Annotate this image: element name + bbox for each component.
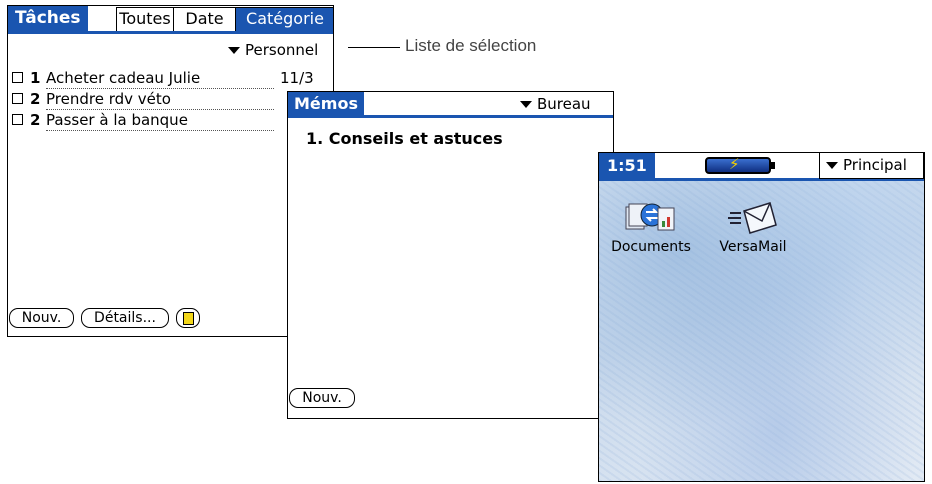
task-priority: 2 bbox=[30, 111, 41, 129]
app-documents[interactable]: Documents bbox=[605, 199, 697, 255]
memos-screen: Mémos Bureau 1. Conseils et astuces Nouv… bbox=[287, 91, 614, 419]
task-row[interactable]: 2 Prendre rdv véto bbox=[12, 89, 330, 110]
app-label: Documents bbox=[611, 239, 691, 255]
launcher-title-bar: 1:51 ⚡ Principal bbox=[599, 153, 924, 181]
triangle-down-icon bbox=[826, 162, 838, 169]
launcher-category-label: Principal bbox=[843, 156, 907, 174]
launcher-screen: 1:51 ⚡ Principal Documents VersaMail bbox=[598, 152, 925, 482]
tab-category[interactable]: Catégorie bbox=[236, 7, 333, 31]
task-description[interactable]: Prendre rdv véto bbox=[46, 89, 274, 110]
note-button[interactable] bbox=[176, 308, 200, 328]
category-picker[interactable]: Personnel bbox=[228, 41, 318, 59]
charging-bolt-icon: ⚡ bbox=[729, 155, 740, 173]
triangle-down-icon bbox=[520, 101, 532, 108]
tasks-screen: Tâches Toutes Date Catégorie Personnel 1… bbox=[7, 5, 334, 337]
tasks-title-bar: Tâches Toutes Date Catégorie bbox=[8, 6, 333, 34]
task-description[interactable]: Acheter cadeau Julie bbox=[46, 68, 274, 89]
triangle-down-icon bbox=[228, 47, 240, 54]
documents-icon bbox=[625, 203, 675, 231]
task-row[interactable]: 1 Acheter cadeau Julie 11/3 bbox=[12, 68, 330, 89]
memos-category-picker[interactable]: Bureau bbox=[520, 95, 591, 113]
callout-label: Liste de sélection bbox=[405, 36, 537, 55]
memo-item[interactable]: 1. Conseils et astuces bbox=[306, 129, 503, 148]
memos-title-bar: Mémos Bureau bbox=[288, 92, 613, 118]
tab-all[interactable]: Toutes bbox=[116, 7, 174, 31]
clock[interactable]: 1:51 bbox=[599, 153, 655, 178]
details-button[interactable]: Détails... bbox=[81, 308, 169, 328]
tab-date[interactable]: Date bbox=[174, 7, 236, 31]
versamail-icon bbox=[728, 202, 777, 234]
note-icon bbox=[182, 312, 194, 325]
task-checkbox[interactable] bbox=[12, 93, 23, 104]
memos-category-label: Bureau bbox=[537, 95, 591, 113]
app-label: VersaMail bbox=[719, 239, 787, 255]
callout-line bbox=[348, 47, 400, 48]
app-versamail[interactable]: VersaMail bbox=[707, 199, 799, 255]
task-priority: 2 bbox=[30, 90, 41, 108]
task-row[interactable]: 2 Passer à la banque bbox=[12, 110, 330, 131]
task-description[interactable]: Passer à la banque bbox=[46, 110, 274, 131]
memos-app-title[interactable]: Mémos bbox=[288, 92, 364, 115]
task-checkbox[interactable] bbox=[12, 114, 23, 125]
battery-icon: ⚡ bbox=[705, 155, 775, 174]
new-task-button[interactable]: Nouv. bbox=[9, 308, 74, 328]
tasks-app-title[interactable]: Tâches bbox=[8, 6, 88, 31]
task-due-date[interactable]: 11/3 bbox=[280, 68, 314, 88]
new-memo-button[interactable]: Nouv. bbox=[289, 388, 355, 408]
launcher-category-picker[interactable]: Principal bbox=[819, 153, 924, 179]
task-checkbox[interactable] bbox=[12, 72, 23, 83]
task-priority: 1 bbox=[30, 69, 41, 87]
category-picker-label: Personnel bbox=[245, 41, 319, 59]
